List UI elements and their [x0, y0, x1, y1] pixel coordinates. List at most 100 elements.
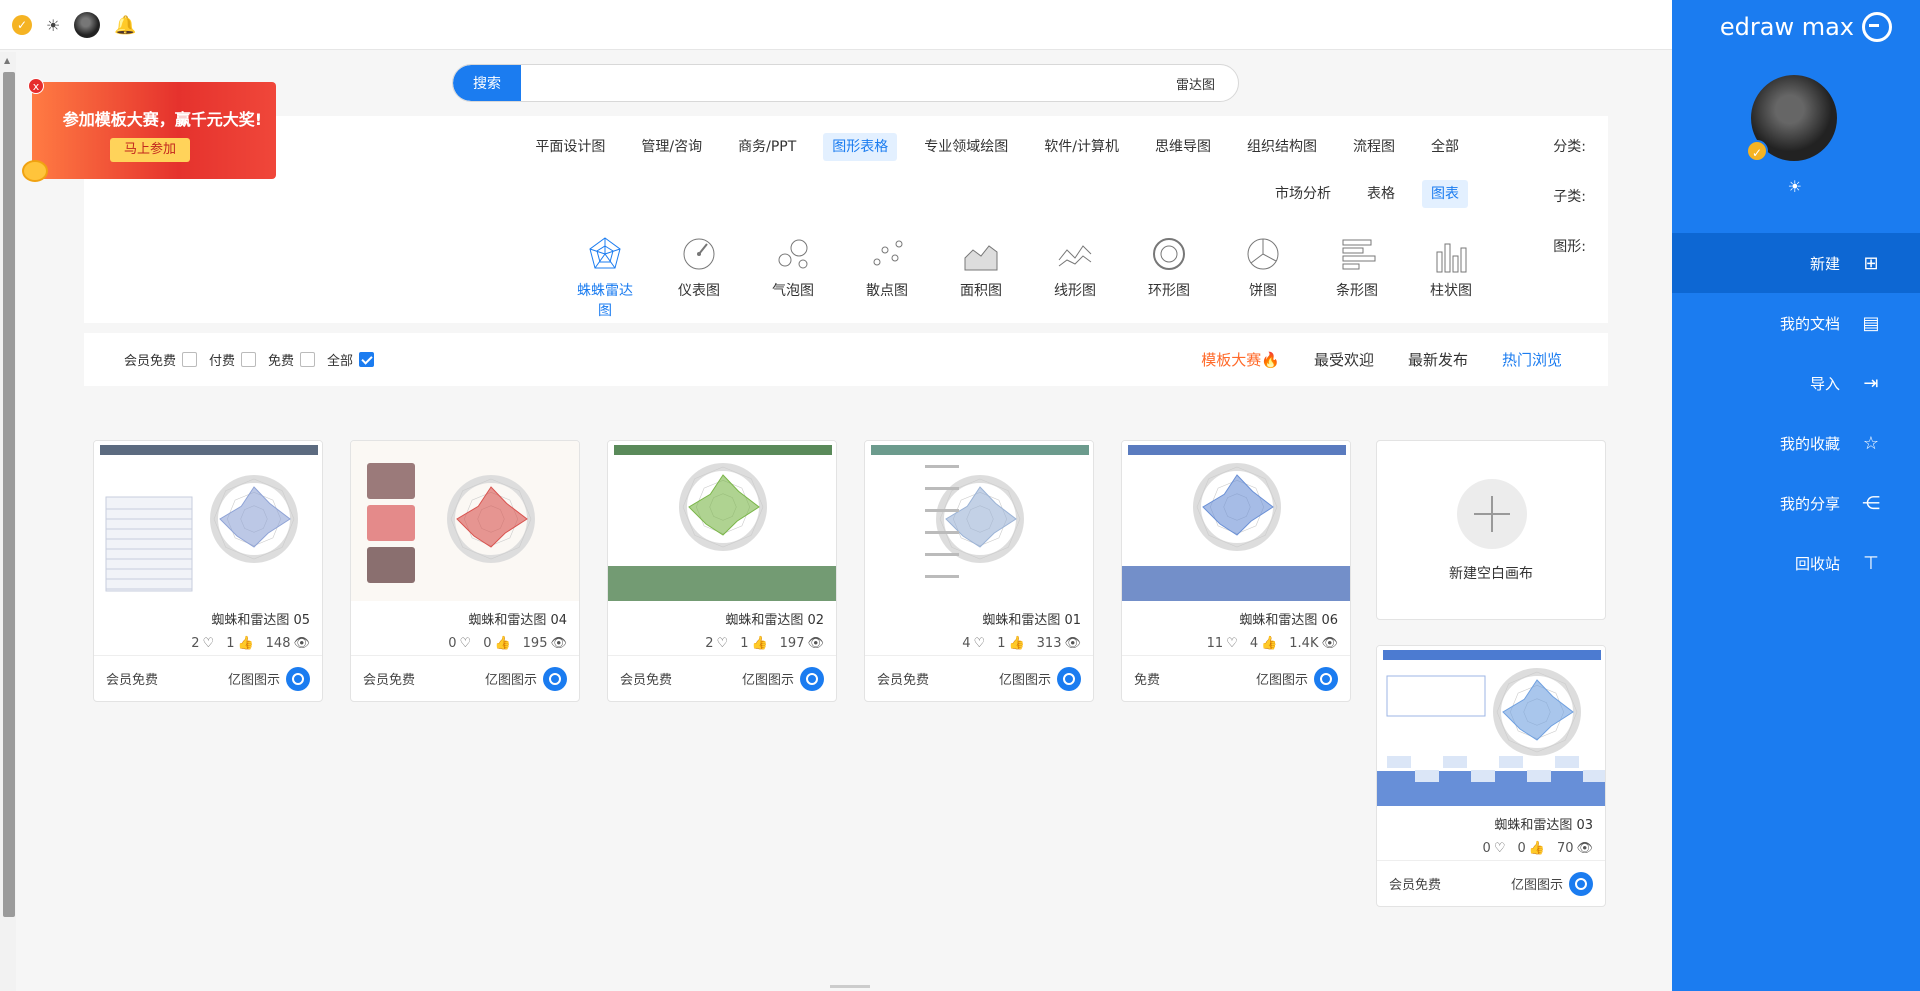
shape-option[interactable]: 环形图	[1140, 234, 1198, 320]
search-button[interactable]: 搜索	[453, 65, 521, 101]
template-contest-link[interactable]: 模板大赛🔥	[1201, 349, 1280, 370]
likes-count: 1	[226, 635, 235, 651]
categories-chip[interactable]: 管理/咨询	[632, 133, 711, 161]
shape-option[interactable]: 散点图	[858, 234, 916, 320]
scrollbar-thumb[interactable]	[3, 72, 15, 917]
categories-chip[interactable]: 平面设计图	[526, 133, 614, 161]
template-thumbnail[interactable]	[1377, 646, 1605, 806]
shape-option[interactable]: 条形图	[1328, 234, 1386, 320]
categories-chip[interactable]: 全部	[1422, 133, 1468, 161]
shape-option[interactable]: 蛛蛛雷达图	[576, 234, 634, 320]
author[interactable]: 亿图图示	[742, 666, 824, 691]
author[interactable]: 亿图图示	[1256, 666, 1338, 691]
likes-stat[interactable]: 👍 0	[483, 636, 510, 651]
shape-option[interactable]: 气泡图	[764, 234, 822, 320]
bell-icon[interactable]: 🔔	[114, 15, 136, 36]
template-thumbnail[interactable]	[94, 441, 322, 601]
checkbox[interactable]	[359, 352, 375, 367]
promo-join-button[interactable]: 马上参加	[110, 138, 190, 162]
theme-sun-icon[interactable]: ☀	[46, 16, 60, 35]
shape-label-text: 散点图	[866, 283, 908, 299]
subcategories-chip[interactable]: 图表	[1422, 180, 1468, 208]
likes-count: 1	[997, 635, 1006, 651]
shape-option[interactable]: 面积图	[952, 234, 1010, 320]
favorites-stat[interactable]: ♡ 4	[962, 636, 985, 651]
price-filter-option[interactable]: 免费	[268, 350, 316, 369]
new-blank-canvas-card[interactable]: 新建空白画布	[1376, 440, 1606, 620]
shape-option[interactable]: 饼图	[1234, 234, 1292, 320]
favorites-stat[interactable]: ♡ 0	[1483, 841, 1506, 856]
price-filter-option[interactable]: 付费	[209, 350, 257, 369]
author[interactable]: 亿图图示	[1511, 871, 1593, 896]
likes-stat[interactable]: 👍 1	[997, 636, 1024, 651]
favorites-stat[interactable]: ♡ 0	[448, 636, 471, 651]
categories-chip[interactable]: 思维导图	[1146, 133, 1220, 161]
sidebar-item-4[interactable]: 我的分享 ⋲	[1672, 473, 1920, 533]
likes-stat[interactable]: 👍 4	[1250, 636, 1277, 651]
shape-option[interactable]: 线形图	[1046, 234, 1104, 320]
subcategories-chip[interactable]: 市场分析	[1266, 180, 1340, 208]
author[interactable]: 亿图图示	[485, 666, 567, 691]
likes-stat[interactable]: 👍 1	[740, 636, 767, 651]
shape-label: 图形:	[1553, 239, 1586, 255]
checkbox[interactable]	[300, 352, 316, 367]
shape-option[interactable]: 仪表图	[670, 234, 728, 320]
template-thumbnail[interactable]	[351, 441, 579, 601]
categories-chip[interactable]: 流程图	[1344, 133, 1404, 161]
template-thumbnail[interactable]	[608, 441, 836, 601]
sort-option[interactable]: 最受欢迎	[1314, 349, 1374, 370]
promo-text: 参加模板大赛，赢千元大奖!	[62, 110, 262, 129]
promo-banner[interactable]: x 参加模板大赛，赢千元大奖! 马上参加	[22, 78, 276, 182]
template-thumbnail[interactable]	[1122, 441, 1350, 601]
user-avatar-small[interactable]	[74, 12, 101, 38]
likes-stat[interactable]: 👍 0	[1517, 841, 1544, 856]
categories-chip[interactable]: 专业领域绘图	[915, 133, 1017, 161]
template-card[interactable]: 蜘蛛和雷达图 03 👁 70 👍 0 ♡ 0 亿图图示 会员免费	[1376, 645, 1606, 907]
template-card[interactable]: 蜘蛛和雷达图 06 👁 1.4K 👍 4 ♡ 11 亿图图示 免费	[1121, 440, 1351, 702]
template-thumbnail[interactable]	[865, 441, 1093, 601]
shape-label-text: 柱状图	[1430, 283, 1472, 299]
checkbox[interactable]	[241, 352, 257, 367]
template-card[interactable]: 蜘蛛和雷达图 02 👁 197 👍 1 ♡ 2 亿图图示 会员免费	[607, 440, 837, 702]
scroll-up-arrow-icon[interactable]: ▲	[4, 56, 10, 65]
favorites-stat[interactable]: ♡ 2	[191, 636, 214, 651]
favorites-stat[interactable]: ♡ 11	[1207, 636, 1238, 651]
author[interactable]: 亿图图示	[228, 666, 310, 691]
sidebar-sun-icon[interactable]: ☀	[1788, 177, 1802, 196]
top-bar: ✓ ☀ 🔔	[0, 0, 1672, 50]
template-title[interactable]: 蜘蛛和雷达图 03	[1377, 806, 1605, 834]
chart-type-icon	[1055, 234, 1095, 274]
template-title[interactable]: 蜘蛛和雷达图 04	[351, 601, 579, 629]
template-title[interactable]: 蜘蛛和雷达图 05	[94, 601, 322, 629]
template-title[interactable]: 蜘蛛和雷达图 02	[608, 601, 836, 629]
categories-chip[interactable]: 图形表格	[823, 133, 898, 161]
subcategories-chip[interactable]: 表格	[1358, 180, 1404, 208]
eye-icon: 👁	[293, 635, 310, 651]
categories-chip[interactable]: 组织结构图	[1238, 133, 1326, 161]
price-filter-option[interactable]: 全部	[327, 350, 375, 369]
favorites-stat[interactable]: ♡ 2	[705, 636, 728, 651]
sort-option[interactable]: 热门浏览	[1502, 349, 1562, 370]
sidebar-item-0[interactable]: 新建 ⊞	[1672, 233, 1920, 293]
search-input[interactable]	[523, 65, 1233, 101]
categories-chip[interactable]: 商务/PPT	[729, 133, 805, 161]
author[interactable]: 亿图图示	[999, 666, 1081, 691]
sidebar-item-1[interactable]: 我的文档 ▤	[1672, 293, 1920, 353]
checkbox[interactable]	[182, 352, 198, 367]
template-title[interactable]: 蜘蛛和雷达图 06	[1122, 601, 1350, 629]
sidebar-item-3[interactable]: 我的收藏 ☆	[1672, 413, 1920, 473]
sort-option[interactable]: 最新发布	[1408, 349, 1468, 370]
shape-option[interactable]: 柱状图	[1422, 234, 1480, 320]
template-card[interactable]: 蜘蛛和雷达图 05 👁 148 👍 1 ♡ 2 亿图图示 会员免费	[93, 440, 323, 702]
sidebar-item-2[interactable]: 导入 ⇥	[1672, 353, 1920, 413]
template-card[interactable]: 蜘蛛和雷达图 04 👁 195 👍 0 ♡ 0 亿图图示 会员免费	[350, 440, 580, 702]
price-filter-option[interactable]: 会员免费	[124, 350, 198, 369]
likes-stat[interactable]: 👍 1	[226, 636, 253, 651]
sidebar-item-label: 回收站	[1794, 554, 1840, 573]
template-card[interactable]: 蜘蛛和雷达图 01 👁 313 👍 1 ♡ 4 亿图图示 会员免费	[864, 440, 1094, 702]
promo-close-icon[interactable]: x	[28, 78, 44, 94]
template-title[interactable]: 蜘蛛和雷达图 01	[865, 601, 1093, 629]
sidebar-item-5[interactable]: 回收站 ⊤	[1672, 533, 1920, 593]
vip-icon[interactable]: ✓	[12, 15, 32, 35]
categories-chip[interactable]: 软件/计算机	[1035, 133, 1128, 161]
